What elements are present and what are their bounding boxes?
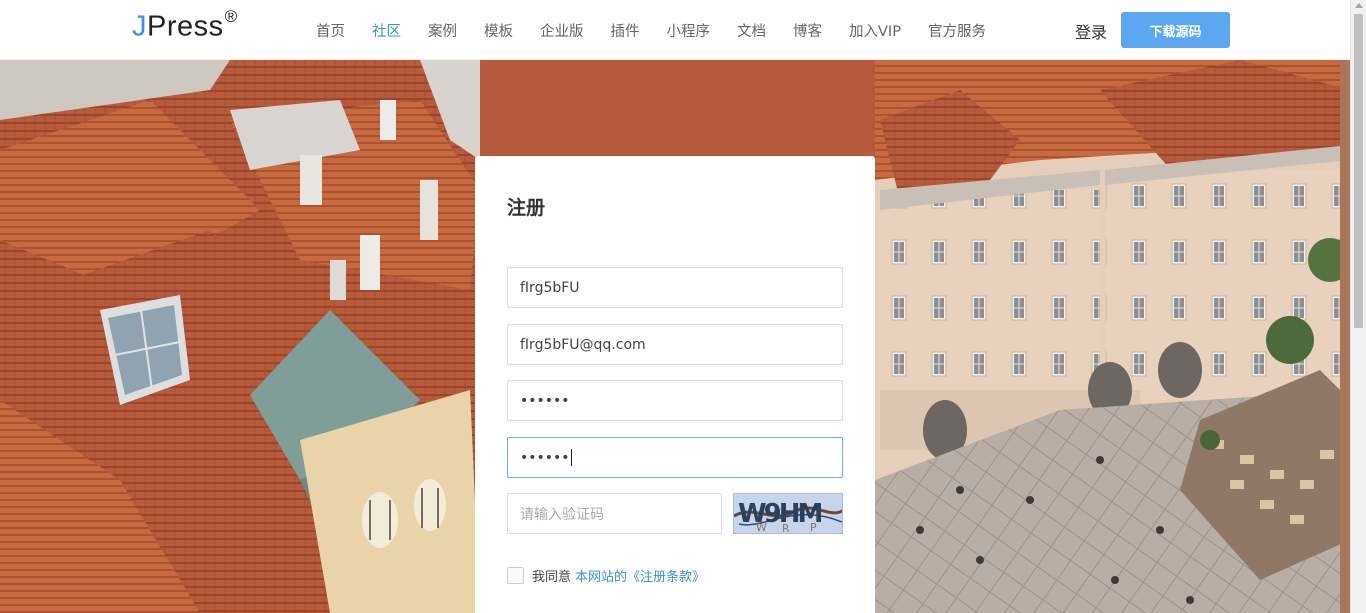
captcha-placeholder: 请输入验证码 bbox=[520, 506, 604, 523]
nav-enterprise[interactable]: 企业版 bbox=[540, 20, 584, 41]
page-scrollbar[interactable] bbox=[1350, 0, 1366, 613]
text-caret bbox=[570, 449, 572, 466]
username-input[interactable]: fIrg5bFU bbox=[507, 267, 843, 308]
confirm-password-input[interactable]: •••••• bbox=[507, 437, 843, 478]
nav-join-vip[interactable]: 加入VIP bbox=[849, 20, 901, 41]
captcha-text: W9HM bbox=[738, 499, 822, 529]
nav-community[interactable]: 社区 bbox=[372, 20, 401, 41]
nav-cases[interactable]: 案例 bbox=[428, 20, 457, 41]
svg-text:P: P bbox=[810, 521, 817, 534]
nav-templates[interactable]: 模板 bbox=[484, 20, 513, 41]
registered-mark: ® bbox=[224, 7, 238, 26]
terms-link[interactable]: 本网站的《注册条款》 bbox=[575, 566, 705, 585]
register-card: 注册 fIrg5bFU fIrg5bFU@qq.com •••••• •••••… bbox=[475, 156, 875, 613]
main-nav: 首页 社区 案例 模板 企业版 插件 小程序 文档 博客 加入VIP 官方服务 bbox=[316, 0, 1013, 60]
nav-plugins[interactable]: 插件 bbox=[611, 20, 640, 41]
triangle-up-icon[interactable] bbox=[1355, 3, 1363, 8]
register-title: 注册 bbox=[507, 197, 546, 219]
logo-text-rest: Press bbox=[147, 10, 224, 43]
nav-blog[interactable]: 博客 bbox=[793, 20, 822, 41]
agree-terms-row: 我同意 本网站的《注册条款》 bbox=[507, 566, 705, 585]
login-link[interactable]: 登录 bbox=[1075, 19, 1107, 43]
scrollbar-thumb[interactable] bbox=[1354, 14, 1363, 328]
nav-miniprogram[interactable]: 小程序 bbox=[667, 20, 711, 41]
agree-checkbox[interactable] bbox=[507, 567, 524, 584]
svg-text:W: W bbox=[756, 521, 767, 534]
captcha-image[interactable]: W9HM W R P bbox=[733, 493, 843, 534]
confirm-password-value: •••••• bbox=[520, 449, 570, 466]
top-header: JPress® 首页 社区 案例 模板 企业版 插件 小程序 文档 博客 加入V… bbox=[0, 0, 1350, 60]
username-value: fIrg5bFU bbox=[520, 279, 580, 296]
download-source-button[interactable]: 下载源码 bbox=[1121, 12, 1230, 48]
nav-docs[interactable]: 文档 bbox=[737, 20, 766, 41]
captcha-graphic: W9HM W R P bbox=[734, 499, 842, 534]
agree-prefix: 我同意 bbox=[532, 570, 572, 585]
captcha-input[interactable]: 请输入验证码 bbox=[507, 493, 722, 534]
nav-home[interactable]: 首页 bbox=[316, 20, 345, 41]
nav-official-services[interactable]: 官方服务 bbox=[928, 20, 986, 41]
email-value: fIrg5bFU@qq.com bbox=[520, 336, 646, 353]
password-value: •••••• bbox=[520, 392, 570, 409]
password-input[interactable]: •••••• bbox=[507, 380, 843, 421]
svg-text:R: R bbox=[782, 522, 790, 534]
logo[interactable]: JPress® bbox=[132, 7, 238, 44]
logo-j: J bbox=[132, 10, 147, 43]
email-input[interactable]: fIrg5bFU@qq.com bbox=[507, 324, 843, 365]
